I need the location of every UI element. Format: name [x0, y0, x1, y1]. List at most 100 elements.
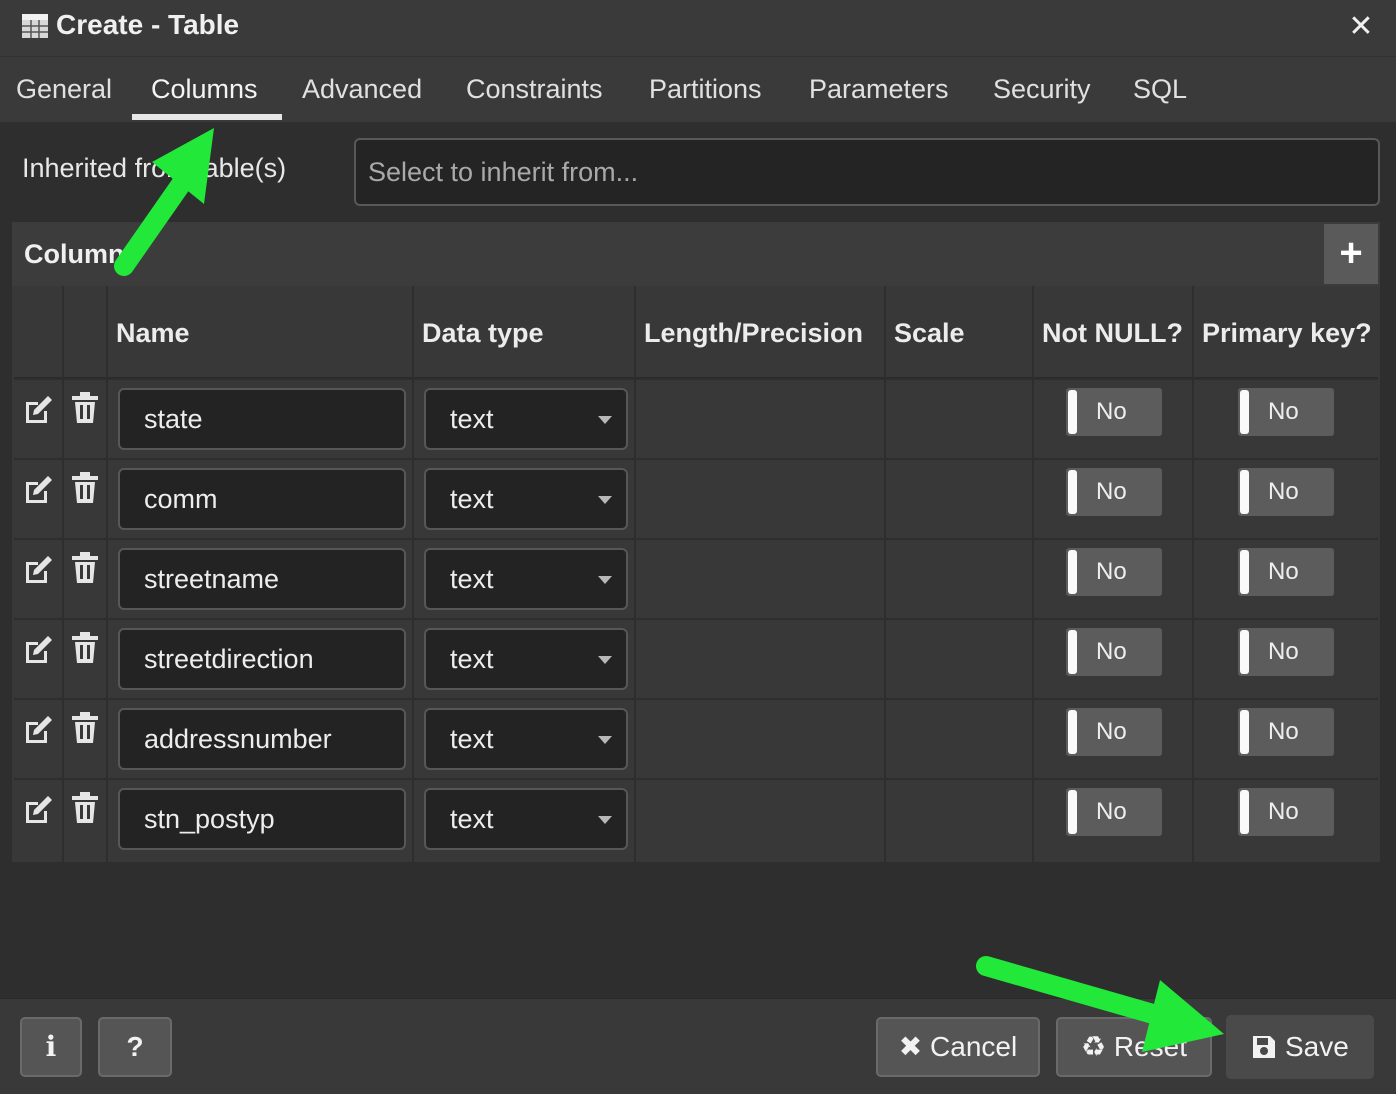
edit-icon[interactable] — [22, 394, 54, 426]
column-name-input[interactable]: stn_postyp — [118, 788, 406, 850]
primary-key-toggle[interactable]: No — [1238, 468, 1334, 516]
toggle-knob — [1068, 790, 1077, 834]
caret-down-icon — [598, 576, 612, 584]
data-type-value: text — [450, 564, 494, 594]
data-type-select[interactable]: text — [424, 548, 628, 610]
close-icon: ✖ — [898, 1031, 923, 1062]
primary-key-toggle[interactable]: No — [1238, 388, 1334, 436]
tab-parameters[interactable]: Parameters — [809, 71, 949, 107]
toggle-knob — [1068, 390, 1077, 434]
tab-security[interactable]: Security — [993, 71, 1091, 107]
save-button[interactable]: Save — [1226, 1015, 1374, 1079]
tab-general[interactable]: General — [16, 71, 112, 107]
caret-down-icon — [598, 496, 612, 504]
not-null-toggle-label: No — [1096, 798, 1127, 825]
info-button[interactable]: i — [20, 1017, 82, 1077]
column-name-input[interactable]: addressnumber — [118, 708, 406, 770]
column-row: comm text No No — [14, 458, 1378, 538]
toggle-knob — [1240, 390, 1249, 434]
not-null-toggle-label: No — [1096, 638, 1127, 665]
primary-key-toggle[interactable]: No — [1238, 708, 1334, 756]
caret-down-icon — [598, 736, 612, 744]
data-type-value: text — [450, 404, 494, 434]
save-label: Save — [1284, 1031, 1349, 1062]
data-type-select[interactable]: text — [424, 628, 628, 690]
trash-icon[interactable] — [72, 632, 98, 664]
tab-columns[interactable]: Columns — [151, 71, 258, 107]
header-name: Name — [116, 318, 190, 348]
tab-partitions[interactable]: Partitions — [649, 71, 762, 107]
trash-icon[interactable] — [72, 392, 98, 424]
column-row: stn_postyp text No No — [14, 778, 1378, 858]
toggle-knob — [1068, 710, 1077, 754]
primary-key-toggle[interactable]: No — [1238, 548, 1334, 596]
data-type-select[interactable]: text — [424, 708, 628, 770]
active-tab-indicator — [132, 114, 282, 120]
column-name-input[interactable]: state — [118, 388, 406, 450]
columns-grid-header: Name Data type Length/Precision Scale No… — [14, 288, 1378, 378]
primary-key-toggle-label: No — [1268, 638, 1299, 665]
not-null-toggle[interactable]: No — [1066, 548, 1162, 596]
tab-advanced[interactable]: Advanced — [302, 71, 422, 107]
edit-icon[interactable] — [22, 794, 54, 826]
data-type-value: text — [450, 724, 494, 754]
tab-sql[interactable]: SQL — [1133, 71, 1187, 107]
inherit-label: Inherited from table(s) — [22, 153, 287, 183]
trash-icon[interactable] — [72, 712, 98, 744]
trash-icon[interactable] — [72, 792, 98, 824]
column-row: streetname text No No — [14, 538, 1378, 618]
data-type-select[interactable]: text — [424, 788, 628, 850]
cancel-button[interactable]: ✖ Cancel — [876, 1017, 1040, 1077]
column-row: state text No No — [14, 378, 1378, 458]
data-type-value: text — [450, 484, 494, 514]
toggle-knob — [1240, 630, 1249, 674]
toggle-knob — [1240, 710, 1249, 754]
primary-key-toggle-label: No — [1268, 398, 1299, 425]
cancel-label: Cancel — [930, 1031, 1018, 1062]
header-scale: Scale — [894, 318, 965, 348]
column-row: streetdirection text No No — [14, 618, 1378, 698]
reset-button[interactable]: ♻ Reset — [1056, 1017, 1212, 1077]
caret-down-icon — [598, 816, 612, 824]
toggle-knob — [1068, 550, 1077, 594]
not-null-toggle[interactable]: No — [1066, 628, 1162, 676]
edit-icon[interactable] — [22, 714, 54, 746]
not-null-toggle-label: No — [1096, 478, 1127, 505]
recycle-icon: ♻ — [1080, 1031, 1107, 1062]
primary-key-toggle[interactable]: No — [1238, 628, 1334, 676]
data-type-select[interactable]: text — [424, 388, 628, 450]
data-type-select[interactable]: text — [424, 468, 628, 530]
trash-icon[interactable] — [72, 472, 98, 504]
trash-icon[interactable] — [72, 552, 98, 584]
toggle-knob — [1068, 630, 1077, 674]
column-name-input[interactable]: comm — [118, 468, 406, 530]
header-length-precision: Length/Precision — [644, 318, 864, 348]
header-primary-key: Primary key? — [1202, 318, 1372, 348]
primary-key-toggle[interactable]: No — [1238, 788, 1334, 836]
tab-constraints[interactable]: Constraints — [466, 71, 603, 107]
edit-icon[interactable] — [22, 474, 54, 506]
not-null-toggle-label: No — [1096, 718, 1127, 745]
caret-down-icon — [598, 656, 612, 664]
edit-icon[interactable] — [22, 554, 54, 586]
help-button[interactable]: ? — [98, 1017, 172, 1077]
toggle-knob — [1240, 470, 1249, 514]
add-column-button[interactable]: + — [1324, 224, 1378, 284]
inherit-select-input[interactable]: Select to inherit from... — [354, 138, 1380, 206]
tab-bar: General Columns Advanced Constraints Par… — [0, 56, 1396, 122]
not-null-toggle[interactable]: No — [1066, 788, 1162, 836]
column-name-input[interactable]: streetname — [118, 548, 406, 610]
not-null-toggle[interactable]: No — [1066, 468, 1162, 516]
primary-key-toggle-label: No — [1268, 478, 1299, 505]
not-null-toggle[interactable]: No — [1066, 388, 1162, 436]
primary-key-toggle-label: No — [1268, 718, 1299, 745]
data-type-value: text — [450, 644, 494, 674]
column-name-input[interactable]: streetdirection — [118, 628, 406, 690]
not-null-toggle[interactable]: No — [1066, 708, 1162, 756]
create-table-dialog: Create - Table ✕ General Columns Advance… — [0, 0, 1396, 1094]
reset-label: Reset — [1113, 1031, 1188, 1062]
column-row: addressnumber text No No — [14, 698, 1378, 778]
close-button[interactable]: ✕ — [1344, 10, 1378, 44]
edit-icon[interactable] — [22, 634, 54, 666]
dialog-footer: i ? ✖ Cancel ♻ Reset Save — [0, 998, 1396, 1094]
